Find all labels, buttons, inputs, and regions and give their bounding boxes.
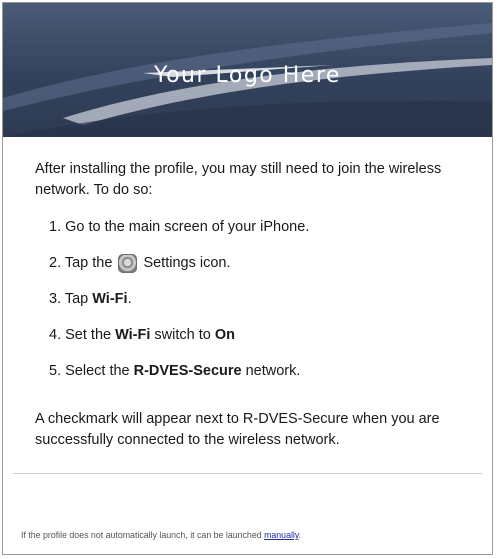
step-2: 2. Tap the Settings icon.: [49, 245, 475, 281]
logo-banner: Your Logo Here: [3, 3, 492, 137]
step-5-prefix: 5. Select the: [49, 362, 130, 379]
step-4: 4. Set the Wi-Fi switch to On: [49, 317, 475, 353]
closing-text: A checkmark will appear next to R-DVES-S…: [35, 411, 440, 448]
logo-text: Your Logo Here: [154, 63, 341, 88]
step-3-bold: Wi-Fi: [92, 290, 128, 307]
email-card: Your Logo Here After installing the prof…: [2, 2, 493, 555]
step-5-suffix: network.: [245, 362, 301, 379]
footer-end: .: [298, 530, 302, 540]
footer-text: If the profile does not automatically la…: [21, 530, 262, 540]
footer-note: If the profile does not automatically la…: [21, 530, 301, 540]
step-3: 3. Tap Wi-Fi .: [49, 281, 475, 317]
footer-divider: [13, 473, 482, 474]
step-1: 1. Go to the main screen of your iPhone.: [49, 209, 475, 245]
settings-gear-icon: [118, 253, 138, 273]
step-2-suffix: Settings icon.: [143, 254, 231, 271]
step-1-text: 1. Go to the main screen of your iPhone.: [49, 218, 310, 235]
instructions-body: After installing the profile, you may st…: [35, 159, 475, 451]
intro-text: After installing the profile, you may st…: [35, 161, 442, 198]
step-5-bold: R-DVES-Secure: [133, 362, 242, 379]
step-4-bold-on: On: [214, 326, 235, 343]
step-3-prefix: 3. Tap: [49, 290, 89, 307]
step-5: 5. Select the R-DVES-Secure network.: [49, 353, 475, 389]
steps-list: 1. Go to the main screen of your iPhone.…: [35, 209, 475, 389]
step-2-prefix: 2. Tap the: [49, 254, 113, 271]
step-4-middle: switch to: [154, 326, 211, 343]
step-4-bold-wifi: Wi-Fi: [115, 326, 151, 343]
manually-link[interactable]: manually: [264, 530, 299, 540]
step-3-suffix: .: [127, 290, 132, 307]
step-4-prefix: 4. Set the: [49, 326, 112, 343]
